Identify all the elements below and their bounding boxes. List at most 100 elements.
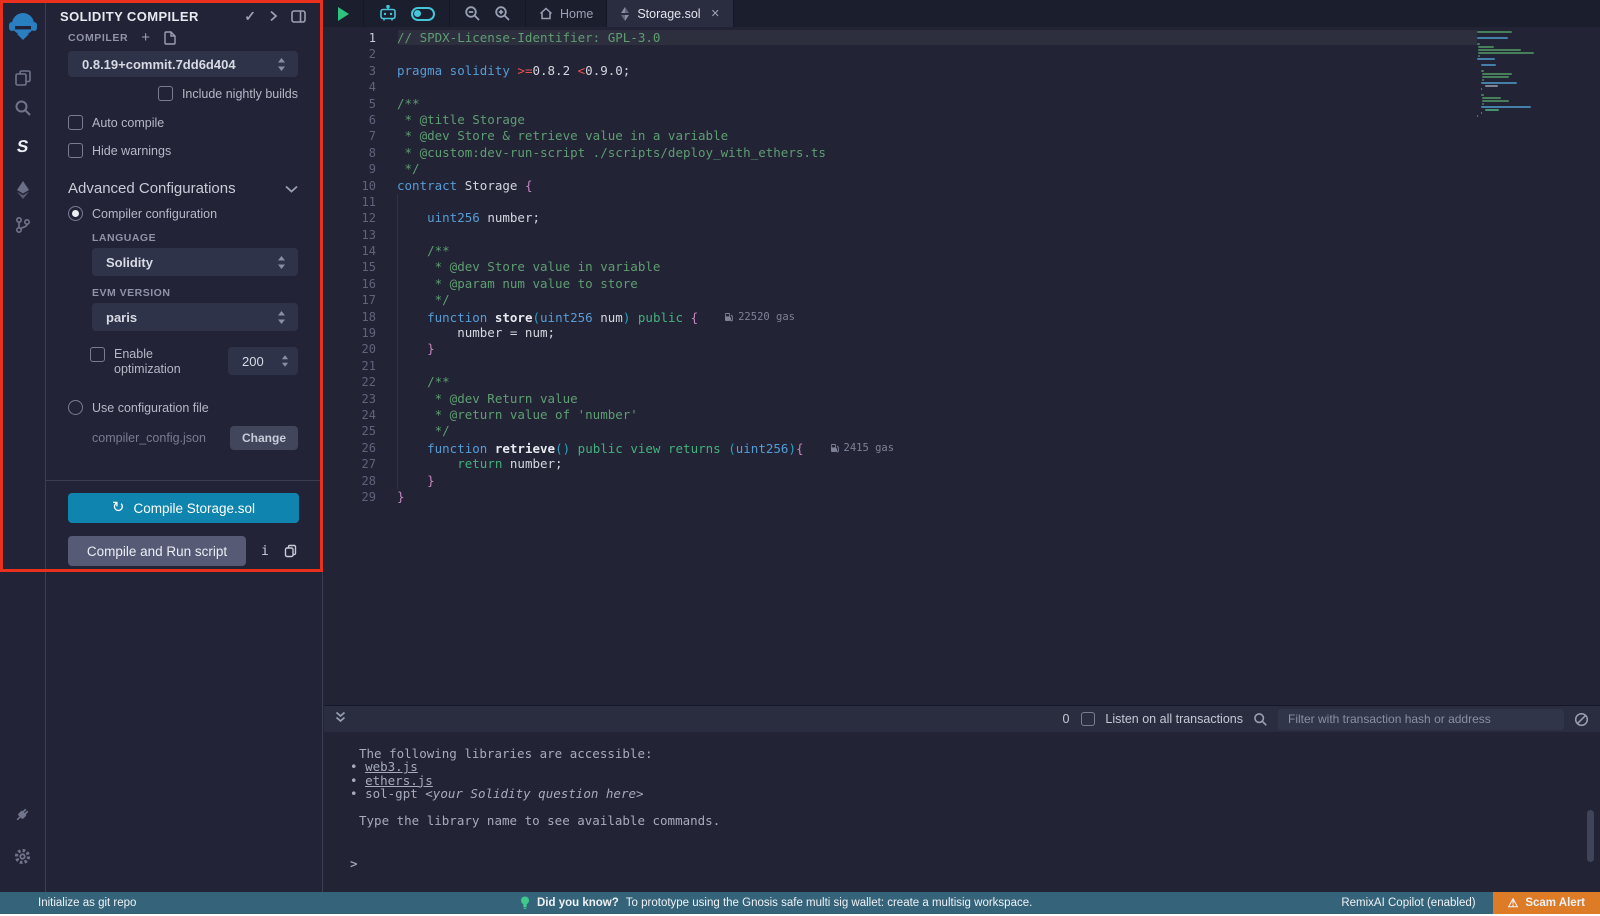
include-nightly-checkbox[interactable] [158,86,173,101]
init-git-repo-button[interactable]: Initialize as git repo [38,897,136,909]
code-line-12[interactable]: 12 uint256 number; [324,210,1600,226]
transaction-filter-input[interactable] [1278,709,1564,730]
terminal-scrollbar[interactable] [1587,810,1594,862]
tab-storage-sol[interactable]: Storage.sol ✕ [607,0,733,27]
code-line-5[interactable]: 5/** [324,96,1600,112]
clear-console-icon[interactable] [1574,712,1589,727]
select-spinner-icon [277,256,286,269]
code-editor[interactable]: 1// SPDX-License-Identifier: GPL-3.023pr… [324,27,1600,705]
use-configuration-file-radio[interactable] [68,400,83,415]
line-number: 17 [324,292,376,308]
open-file-icon[interactable] [163,31,177,45]
sidebar-item-plugin-manager[interactable] [0,798,45,830]
line-number: 15 [324,259,376,275]
code-line-14[interactable]: 14 /** [324,243,1600,259]
advanced-configurations-header[interactable]: Advanced Configurations [68,180,298,197]
sidebar-item-file-explorer[interactable] [0,62,45,94]
select-spinner-icon [277,58,286,71]
sidebar-item-source-control[interactable] [0,209,45,241]
search-icon[interactable] [1253,712,1268,727]
code-line-9[interactable]: 9 */ [324,161,1600,177]
advanced-configurations-title: Advanced Configurations [68,180,236,197]
info-icon[interactable]: i [261,544,269,559]
compile-and-run-button[interactable]: Compile and Run script [68,536,246,566]
compile-button[interactable]: ↻ Compile Storage.sol [68,493,299,523]
code-line-20[interactable]: 20 } [324,341,1600,357]
code-line-13[interactable]: 13 [324,227,1600,243]
code-line-22[interactable]: 22 /** [324,374,1600,390]
compiler-configuration-radio[interactable] [68,206,83,221]
code-line-23[interactable]: 23 * @dev Return value [324,391,1600,407]
split-panel-icon[interactable] [291,10,306,23]
code-line-7[interactable]: 7 * @dev Store & retrieve value in a var… [324,128,1600,144]
code-line-25[interactable]: 25 */ [324,423,1600,439]
language-label: LANGUAGE [92,232,322,244]
auto-compile-checkbox[interactable] [68,115,83,130]
line-number: 3 [324,63,376,79]
code-line-21[interactable]: 21 [324,358,1600,374]
evm-version-select[interactable]: paris [92,303,298,331]
terminal-prompt[interactable]: > [350,857,1600,870]
code-line-16[interactable]: 16 * @param num value to store [324,276,1600,292]
zoom-out-icon[interactable] [464,5,481,22]
refresh-icon: ↻ [112,501,125,515]
code-line-18[interactable]: 18 function store(uint256 num) public {2… [324,309,1600,325]
zoom-in-icon[interactable] [494,5,511,22]
copilot-toggle[interactable] [411,7,435,21]
terminal-output[interactable]: The following libraries are accessible: … [324,732,1600,871]
chevron-right-icon[interactable] [269,10,278,22]
code-line-24[interactable]: 24 * @return value of 'number' [324,407,1600,423]
sidebar-item-deploy-and-run[interactable] [0,174,45,206]
line-number: 20 [324,341,376,357]
copilot-group [364,0,450,27]
lightbulb-icon [520,896,530,910]
code-line-6[interactable]: 6 * @title Storage [324,112,1600,128]
compile-success-icon: ✓ [244,8,256,25]
ai-copilot-robot-icon[interactable] [378,5,398,22]
hide-warnings-checkbox[interactable] [68,143,83,158]
code-line-1[interactable]: 1// SPDX-License-Identifier: GPL-3.0 [324,30,1600,46]
expand-terminal-icon[interactable] [335,710,346,728]
status-bar-right: RemixAI Copilot (enabled) ⚠ Scam Alert [1341,892,1600,914]
code-line-11[interactable]: 11 [324,194,1600,210]
use-configuration-file-row: Use configuration file [68,400,322,415]
code-line-26[interactable]: 26 function retrieve() public view retur… [324,440,1600,456]
code-line-4[interactable]: 4 [324,79,1600,95]
code-line-29[interactable]: 29} [324,489,1600,505]
terminal-line: • sol-gpt <your Solidity question here> [350,787,1600,800]
scam-alert-badge[interactable]: ⚠ Scam Alert [1493,892,1600,914]
change-config-button[interactable]: Change [230,426,298,450]
home-icon [539,7,553,20]
code-line-28[interactable]: 28 } [324,473,1600,489]
sidebar-item-search[interactable] [0,92,45,124]
compiler-version-select[interactable]: 0.8.19+commit.7dd6d404 [68,51,298,77]
copilot-status[interactable]: RemixAI Copilot (enabled) [1341,897,1475,909]
code-line-27[interactable]: 27 return number; [324,456,1600,472]
minimap[interactable] [1477,31,1537,118]
enable-optimization-checkbox[interactable] [90,347,105,362]
code-line-19[interactable]: 19 number = num; [324,325,1600,341]
optimization-runs-input[interactable]: 200 [228,347,298,375]
line-number: 28 [324,473,376,489]
sidebar-item-settings[interactable] [0,840,45,872]
code-line-17[interactable]: 17 */ [324,292,1600,308]
hide-warnings-row: Hide warnings [68,143,322,158]
sidebar-item-solidity-compiler[interactable]: S [0,131,45,163]
language-select[interactable]: Solidity [92,248,298,276]
code-line-10[interactable]: 10contract Storage { [324,178,1600,194]
code-line-2[interactable]: 2 [324,46,1600,62]
close-tab-icon[interactable]: ✕ [711,7,720,20]
run-script-button[interactable] [338,7,349,21]
tab-home[interactable]: Home [526,0,607,27]
code-line-8[interactable]: 8 * @custom:dev-run-script ./scripts/dep… [324,145,1600,161]
line-number: 12 [324,210,376,226]
listen-all-transactions-checkbox[interactable] [1081,712,1095,726]
remix-logo[interactable] [0,8,45,44]
line-number: 27 [324,456,376,472]
copy-icon[interactable] [284,544,297,558]
add-compiler-icon[interactable]: + [141,33,150,43]
line-number: 25 [324,423,376,439]
line-number: 22 [324,374,376,390]
code-line-15[interactable]: 15 * @dev Store value in variable [324,259,1600,275]
code-line-3[interactable]: 3pragma solidity >=0.8.2 <0.9.0; [324,63,1600,79]
